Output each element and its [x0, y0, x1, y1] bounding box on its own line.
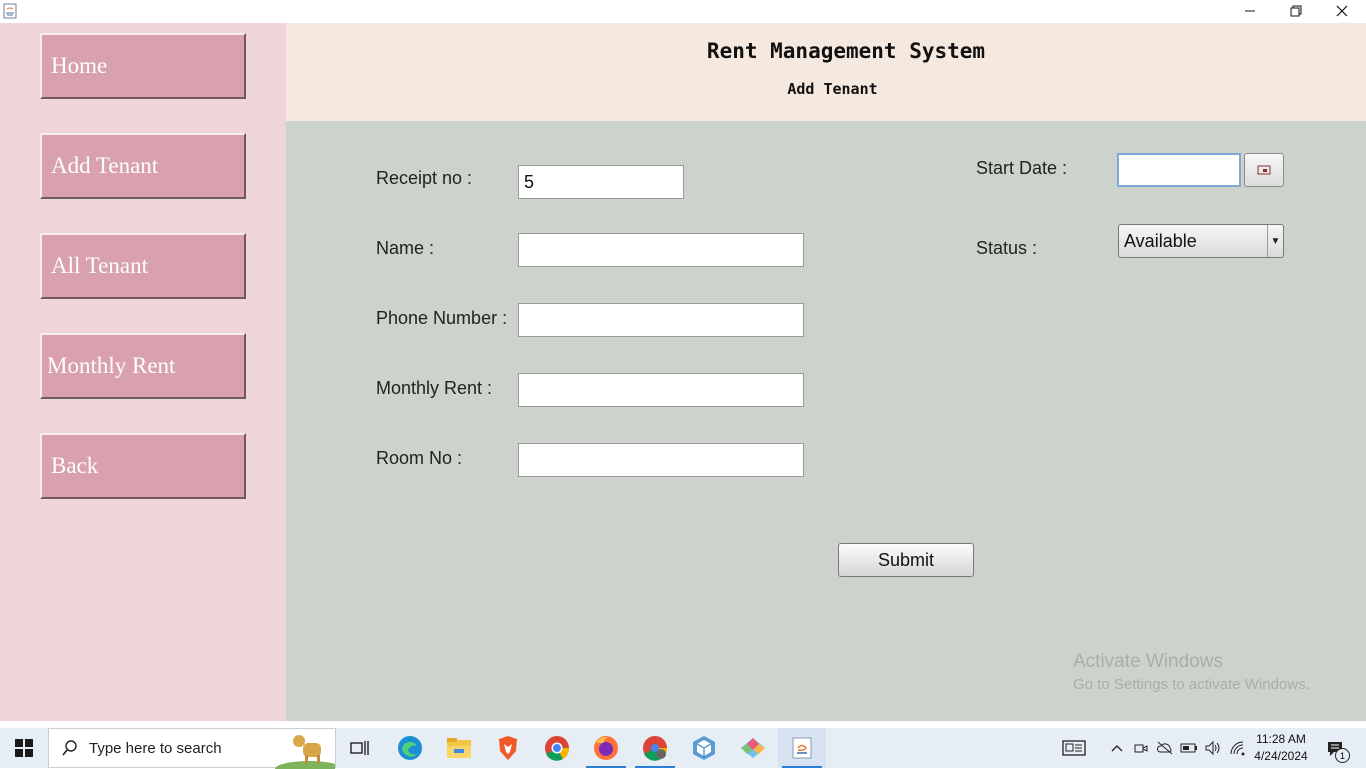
restore-button[interactable] [1273, 0, 1319, 22]
java-app-icon [3, 3, 17, 19]
chevron-down-icon: ▼ [1267, 225, 1283, 257]
system-clock[interactable]: 11:28 AM 4/24/2024 [1250, 731, 1312, 765]
window-title-bar [0, 0, 1366, 23]
file-explorer-button[interactable] [435, 728, 483, 768]
search-highlight-illustration-icon [275, 735, 335, 769]
firefox-icon [594, 736, 618, 760]
task-view-icon [350, 741, 369, 755]
network-button[interactable] [1229, 739, 1247, 757]
home-button[interactable]: Home [40, 33, 246, 99]
news-widget-button[interactable] [1062, 739, 1086, 757]
taskbar: Type here to search 11:28 AM 4/24/2024 1 [0, 728, 1366, 769]
brave-browser-button[interactable] [484, 728, 532, 768]
notification-center-button[interactable]: 1 [1324, 738, 1350, 763]
monthly-rent-input[interactable] [518, 373, 804, 407]
receipt-label: Receipt no : [376, 168, 473, 188]
chevron-up-icon [1111, 745, 1123, 752]
search-icon [62, 740, 77, 756]
start-date-input[interactable] [1117, 153, 1241, 187]
name-label: Name : [376, 238, 435, 258]
minimize-icon [1245, 10, 1255, 12]
calendar-button[interactable] [1244, 153, 1284, 187]
firefox-browser-button[interactable] [582, 728, 630, 768]
news-icon [1062, 740, 1086, 756]
status-label: Status : [976, 238, 1038, 258]
room-label: Room No : [376, 448, 463, 468]
monthly-rent-button[interactable]: Monthly Rent [40, 333, 246, 399]
receipt-input[interactable] [518, 165, 684, 199]
page-title: Rent Management System [706, 39, 986, 63]
volume-button[interactable] [1204, 739, 1222, 757]
close-icon [1336, 5, 1348, 17]
show-hidden-icons-button[interactable] [1108, 739, 1126, 757]
speaker-icon [1205, 740, 1220, 756]
edge-icon [398, 736, 422, 760]
chrome-browser-button[interactable] [533, 728, 581, 768]
monthly-rent-label: Monthly Rent : [376, 378, 493, 398]
room-input[interactable] [518, 443, 804, 477]
all-tenant-button[interactable]: All Tenant [40, 233, 246, 299]
page-subtitle: Add Tenant [787, 80, 878, 98]
calendar-icon [1257, 165, 1271, 175]
chrome-user-icon [643, 736, 668, 761]
start-date-label: Start Date : [976, 158, 1068, 178]
folder-icon [447, 738, 471, 758]
name-input[interactable] [518, 233, 804, 267]
search-placeholder: Type here to search [89, 739, 222, 757]
close-button[interactable] [1319, 0, 1365, 22]
notification-count-badge: 1 [1335, 748, 1350, 763]
battery-button[interactable] [1180, 739, 1198, 757]
cloud-offline-icon [1156, 741, 1173, 755]
clock-date: 4/24/2024 [1254, 749, 1308, 763]
windows-logo-icon [15, 739, 33, 757]
camera-icon [1134, 744, 1148, 753]
java-app-taskbar-button[interactable] [778, 728, 826, 768]
status-dropdown[interactable]: Available ▼ [1118, 224, 1284, 258]
sidebar: Home Add Tenant All Tenant Monthly Rent … [0, 23, 286, 721]
diamond-app-icon [741, 738, 765, 758]
netbeans-button[interactable] [680, 728, 728, 768]
chrome-profile-button[interactable] [631, 728, 679, 768]
clock-time: 11:28 AM [1256, 732, 1306, 746]
taskbar-search[interactable]: Type here to search [48, 728, 336, 769]
activation-watermark-title: Activate Windows [1073, 651, 1223, 672]
activation-watermark-text: Go to Settings to activate Windows. [1073, 676, 1310, 693]
chrome-icon [545, 736, 570, 761]
brave-icon [499, 736, 517, 760]
cube-icon [693, 736, 715, 760]
edge-browser-button[interactable] [386, 728, 434, 768]
onedrive-button[interactable] [1156, 739, 1174, 757]
minimize-button[interactable] [1227, 0, 1273, 22]
task-view-button[interactable] [336, 728, 384, 768]
page-header: Rent Management System Add Tenant [286, 23, 1366, 121]
status-selected-value: Available [1124, 230, 1197, 251]
phone-label: Phone Number : [376, 308, 508, 328]
wifi-icon [1230, 741, 1245, 756]
phone-input[interactable] [518, 303, 804, 337]
battery-icon [1180, 743, 1197, 753]
submit-button[interactable]: Submit [838, 543, 974, 577]
back-button[interactable]: Back [40, 433, 246, 499]
add-tenant-button[interactable]: Add Tenant [40, 133, 246, 199]
meet-now-button[interactable] [1132, 739, 1150, 757]
java-icon [792, 737, 812, 759]
add-tenant-form: Receipt no : Name : Phone Number : Month… [286, 121, 1366, 721]
start-button[interactable] [0, 728, 48, 768]
git-app-button[interactable] [729, 728, 777, 768]
restore-icon [1290, 5, 1302, 17]
